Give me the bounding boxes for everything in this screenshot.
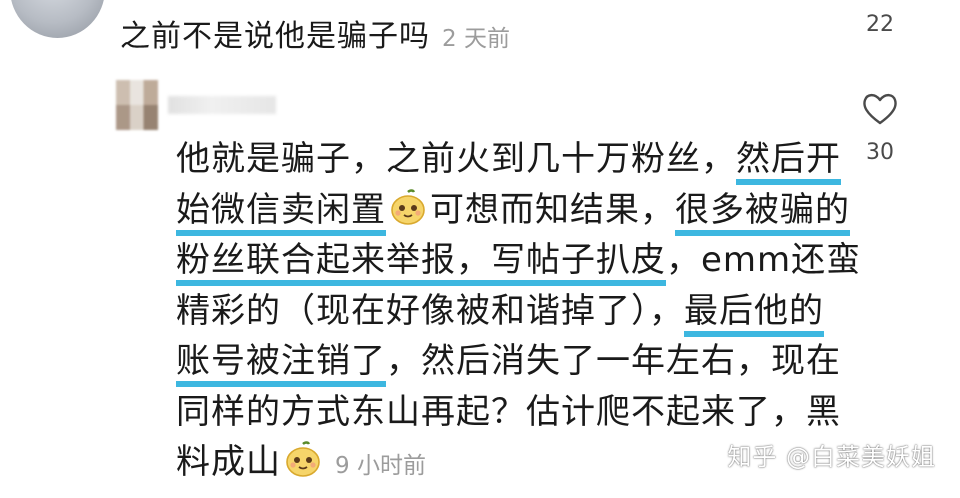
reply-line: 粉丝联合起来举报，写帖子扒皮，emm还蛮 [176, 235, 860, 286]
highlighted-text: 始微信卖闲置 [176, 189, 386, 230]
melon-face-emoji-icon [286, 441, 320, 477]
reply-line: 始微信卖闲置 可想而知结果，很多被骗的 [176, 185, 849, 236]
avatar[interactable] [10, 0, 105, 38]
text-run: ，emm还蛮 [666, 240, 862, 280]
reply-like-button[interactable]: 30 [850, 92, 910, 166]
text-run: 料成山 [176, 442, 281, 482]
text-run: ，然后消失了一年左右，现在 [386, 341, 841, 381]
comment-text: 之前不是说他是骗子吗 2 天前 [120, 17, 510, 59]
comment-like-count: 22 [866, 12, 894, 37]
highlighted-text: 最后他的 [684, 290, 824, 331]
comment-body: 之前不是说他是骗子吗 [120, 19, 430, 54]
reply-line: 精彩的（现在好像被和谐掉了），最后他的 [176, 286, 836, 337]
reply-line: 同样的方式东山再起？估计爬不起来了，黑 [176, 387, 840, 438]
text-run: 可想而知结果， [430, 189, 675, 230]
comment-like[interactable]: 22 [850, 12, 910, 38]
highlighted-text: 粉丝联合起来举报，写帖子扒皮 [176, 240, 666, 280]
reply-like-count: 30 [866, 140, 894, 165]
text-run: 精彩的（现在好像被和谐掉了）， [176, 290, 684, 331]
highlighted-text: 很多被骗的 [675, 189, 850, 230]
reply-line: 账号被注销了，然后消失了一年左右，现在 [176, 336, 840, 387]
reply-avatar[interactable] [116, 80, 158, 130]
text-run: 他就是骗子，之前火到几十万粉丝， [176, 139, 736, 179]
melon-face-emoji-icon [391, 188, 425, 225]
reply-time: 9 小时前 [335, 453, 426, 479]
reply-text: 他就是骗子，之前火到几十万粉丝，然后开 始微信卖闲置 可想而知结果，很多被骗的 … [176, 134, 860, 488]
reply-line: 他就是骗子，之前火到几十万粉丝，然后开 [176, 134, 840, 185]
highlighted-text: 然后开 [736, 139, 841, 179]
heart-icon[interactable] [862, 92, 898, 126]
highlighted-text: 账号被注销了 [176, 341, 386, 381]
reply-username[interactable] [168, 96, 276, 114]
comment-time: 2 天前 [442, 26, 510, 52]
text-run: 同样的方式东山再起？估计爬不起来了，黑 [176, 391, 841, 432]
watermark: 知乎 @白菜美妖姐 [727, 443, 936, 471]
